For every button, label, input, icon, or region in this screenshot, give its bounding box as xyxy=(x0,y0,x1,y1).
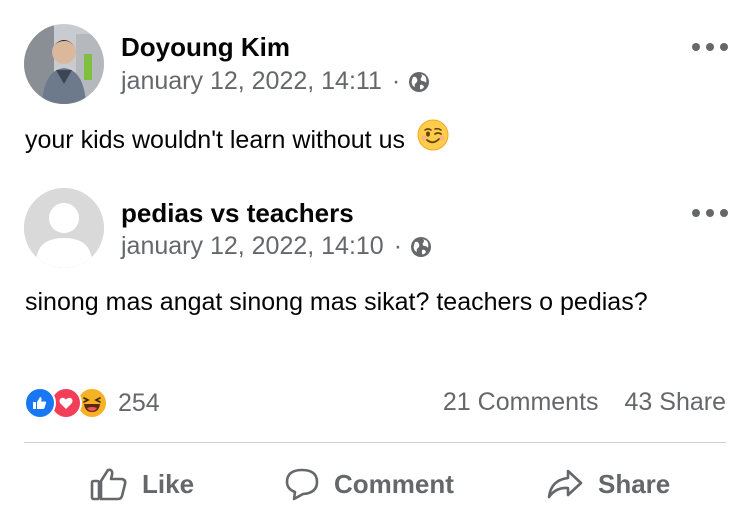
meta-separator: · xyxy=(393,232,403,260)
winking-face-emoji xyxy=(417,119,449,160)
shared-post-meta: january 12, 2022, 14:10 · xyxy=(121,232,432,261)
shared-more-options-button[interactable] xyxy=(692,208,728,218)
more-dot xyxy=(720,209,728,217)
comments-count-link[interactable]: 21 Comments xyxy=(443,388,599,417)
shared-author-avatar[interactable] xyxy=(24,188,104,268)
shared-post-timestamp[interactable]: january 12, 2022, 14:10 xyxy=(121,232,384,261)
shares-count-link[interactable]: 43 Share xyxy=(625,388,726,417)
author-name[interactable]: Doyoung Kim xyxy=(121,32,290,63)
shared-post-text: sinong mas angat sinong mas sikat? teach… xyxy=(25,288,648,316)
action-divider xyxy=(24,442,726,443)
like-reaction-icon xyxy=(24,387,56,419)
more-dot xyxy=(692,43,700,51)
post-text-content: your kids wouldn't learn without us xyxy=(25,125,405,154)
comment-label: Comment xyxy=(334,468,454,499)
like-button[interactable]: Like xyxy=(90,455,194,513)
post-stats: 254 21 Comments 43 Share xyxy=(24,385,726,421)
share-button[interactable]: Share xyxy=(546,455,670,513)
globe-icon xyxy=(408,71,430,93)
share-arrow-icon xyxy=(546,466,584,502)
more-dot xyxy=(692,209,700,217)
thumbs-up-icon xyxy=(90,466,128,502)
author-avatar[interactable] xyxy=(24,24,104,104)
post-timestamp[interactable]: january 12, 2022, 14:11 xyxy=(121,67,382,96)
reaction-count: 254 xyxy=(118,388,160,417)
globe-icon xyxy=(410,236,432,258)
share-label: Share xyxy=(598,468,671,499)
post-meta: january 12, 2022, 14:11 · xyxy=(121,67,430,96)
shared-author-name[interactable]: pedias vs teachers xyxy=(121,198,354,229)
more-dot xyxy=(706,209,714,217)
comment-bubble-icon xyxy=(284,466,320,502)
engagement-counts: 21 Comments 43 Share xyxy=(443,388,726,417)
reactions-summary[interactable]: 254 xyxy=(24,387,160,419)
more-dot xyxy=(706,43,714,51)
like-label: Like xyxy=(142,468,195,499)
comment-button[interactable]: Comment xyxy=(284,455,454,513)
meta-separator: · xyxy=(391,67,401,95)
post-text: your kids wouldn't learn without us xyxy=(25,119,449,160)
more-dot xyxy=(720,43,728,51)
more-options-button[interactable] xyxy=(692,42,728,52)
action-bar: Like Comment Share xyxy=(0,455,750,513)
